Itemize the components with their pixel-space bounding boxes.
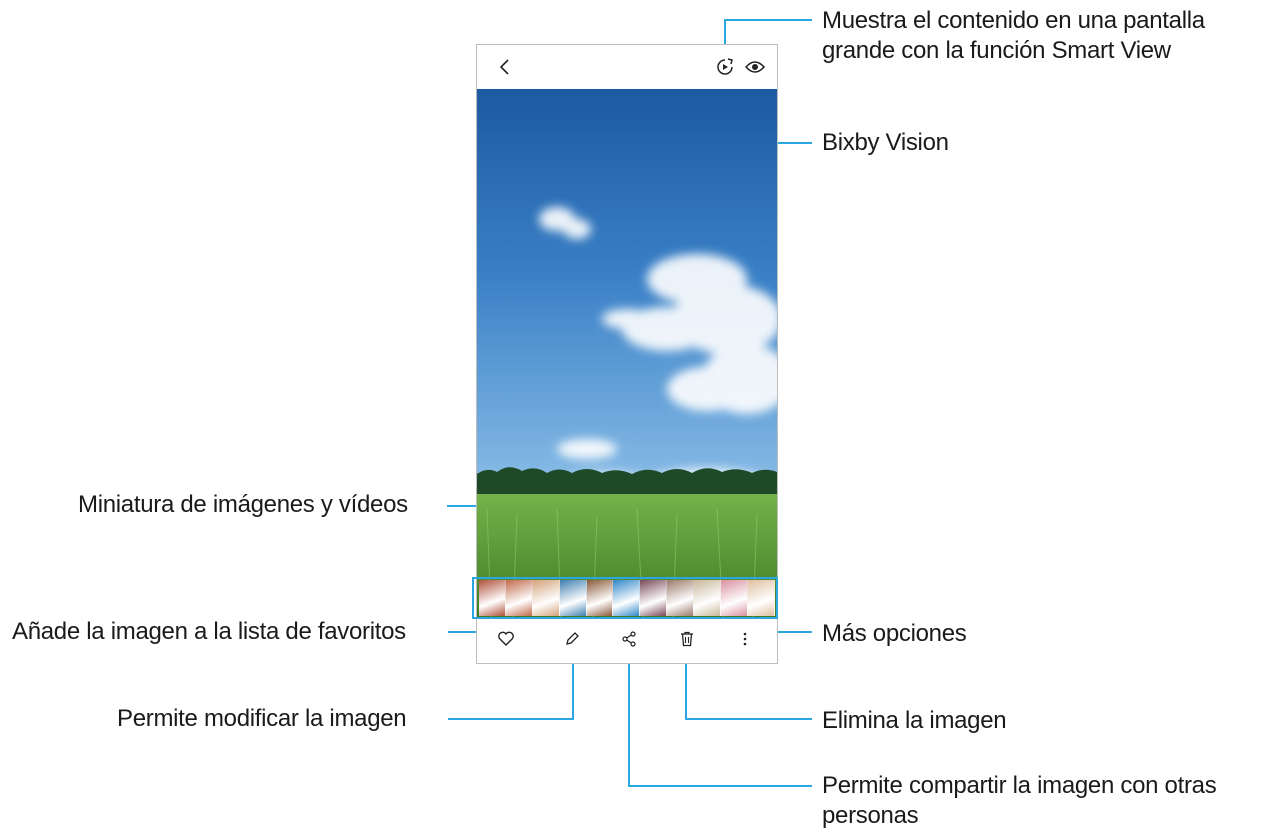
callout-smart-view-line2: grande con la función Smart View	[822, 37, 1171, 64]
more-vertical-icon	[743, 632, 747, 646]
thumbnail[interactable]	[532, 580, 560, 616]
bixby-vision-button[interactable]	[743, 55, 767, 79]
thumbnail[interactable]	[694, 580, 722, 616]
pencil-icon	[566, 632, 579, 645]
thumbnail[interactable]	[586, 580, 614, 616]
trash-icon	[681, 631, 693, 647]
thumbnail[interactable]	[559, 580, 587, 616]
thumbnail[interactable]	[747, 580, 775, 616]
callout-bixby-vision: Bixby Vision	[822, 129, 949, 156]
landscape-photo	[477, 89, 777, 619]
favorite-button[interactable]	[494, 627, 518, 651]
callout-smart-view: Muestra el contenido en una pantalla gra…	[822, 6, 1205, 66]
callout-share: Permite compartir la imagen con otras pe…	[822, 771, 1217, 831]
thumbnail-strip[interactable]	[479, 580, 775, 616]
thumbnail[interactable]	[640, 580, 668, 616]
callout-share-line2: personas	[822, 802, 919, 829]
callout-more-options: Más opciones	[822, 620, 967, 647]
callout-smart-view-line1: Muestra el contenido en una pantalla	[822, 7, 1205, 34]
eye-icon	[745, 61, 765, 73]
thumbnail[interactable]	[721, 580, 748, 616]
share-icon	[622, 631, 636, 647]
smart-view-icon	[717, 58, 733, 75]
top-bar	[477, 45, 777, 89]
callout-thumbnails: Miniatura de imágenes y vídeos	[78, 491, 408, 518]
back-button[interactable]	[493, 55, 517, 79]
thumbnail[interactable]	[667, 580, 695, 616]
heart-icon	[498, 631, 514, 646]
edit-button[interactable]	[560, 627, 584, 651]
bottom-bar	[477, 619, 777, 663]
smart-view-button[interactable]	[713, 55, 737, 79]
photo-view[interactable]	[477, 89, 777, 619]
chevron-left-icon	[499, 59, 509, 75]
callout-delete: Elimina la imagen	[822, 707, 1007, 734]
callout-edit: Permite modificar la imagen	[117, 705, 407, 732]
thumbnail[interactable]	[505, 580, 533, 616]
thumbnail[interactable]	[479, 580, 506, 616]
more-options-button[interactable]	[733, 627, 757, 651]
phone-screen	[476, 44, 778, 664]
callout-share-line1: Permite compartir la imagen con otras	[822, 772, 1217, 799]
share-button[interactable]	[617, 627, 641, 651]
thumbnail[interactable]	[613, 580, 641, 616]
callout-favorites: Añade la imagen a la lista de favoritos	[12, 618, 406, 645]
delete-button[interactable]	[675, 627, 699, 651]
